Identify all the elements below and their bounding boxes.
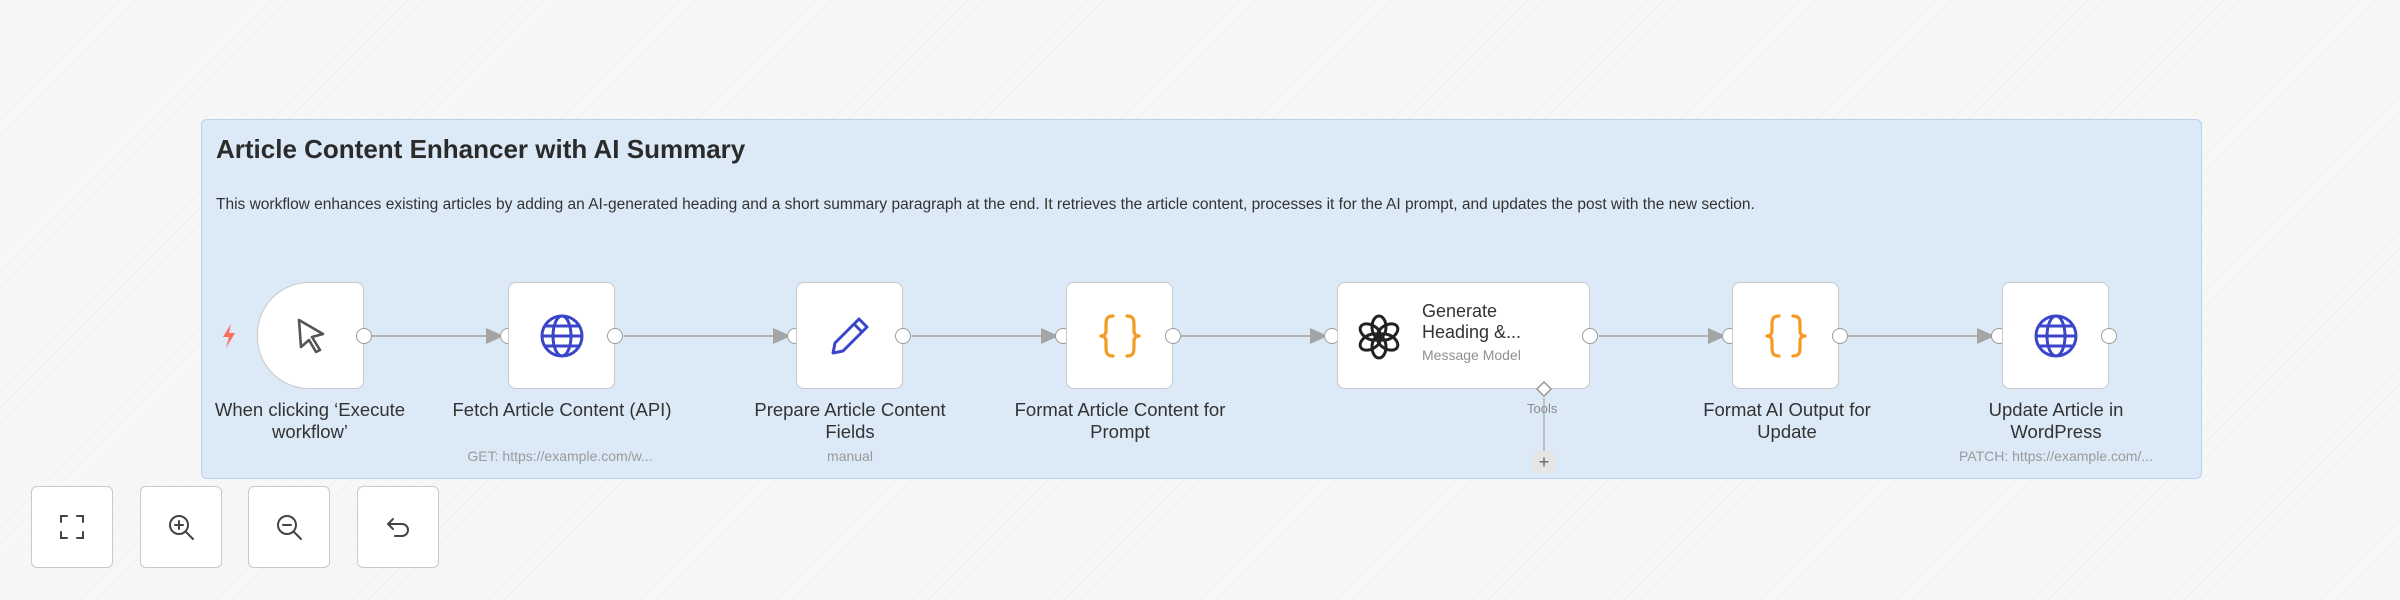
add-tool-button[interactable]: + [1533,451,1555,473]
tools-label: Tools [1527,401,1558,416]
node-sublabel: GET: https://example.com/w... [467,448,653,464]
zoom-out-button[interactable] [248,486,330,568]
pencil-icon [831,317,868,354]
node-label: Prepare Article Content Fields [754,399,946,442]
zoom-in-icon [169,515,194,540]
node-title: Generate Heading &... [1422,301,1522,342]
reset-zoom-button[interactable] [357,486,439,568]
output-handle[interactable] [356,328,372,344]
node-fetch-article[interactable] [508,282,615,389]
fit-view-button[interactable] [31,486,113,568]
globe-icon [540,314,583,357]
node-format-prompt[interactable] [1066,282,1173,389]
zoom-out-icon [277,515,302,540]
zoom-in-button[interactable] [140,486,222,568]
node-update-wordpress[interactable] [2002,282,2109,389]
output-handle[interactable] [607,328,623,344]
node-label: Fetch Article Content (API) [452,399,672,420]
node-label: When clicking ‘Execute workflow’ [214,399,406,442]
tools-handle[interactable] [1535,380,1553,398]
output-handle[interactable] [1832,328,1848,344]
node-subtitle: Message Model [1422,347,1521,363]
node-label: Format AI Output for Update [1703,399,1871,442]
bolt-icon [223,324,235,348]
expand-icon [60,515,84,539]
code-braces-icon [1764,313,1807,358]
node-sublabel: PATCH: https://example.com/... [1959,448,2153,464]
node-label: Format Article Content for Prompt [1014,399,1226,442]
code-braces-icon [1098,313,1141,358]
output-handle[interactable] [1582,328,1598,344]
undo-icon [387,518,409,537]
output-handle[interactable] [2101,328,2117,344]
output-handle[interactable] [895,328,911,344]
node-manual-trigger[interactable] [257,282,364,389]
node-text: Generate Heading &... Message Model [1422,301,1532,363]
node-label: Update Article in WordPress [1988,399,2124,442]
node-sublabel: manual [827,448,873,464]
cursor-icon [297,318,324,353]
globe-icon [2034,314,2077,357]
node-format-output[interactable] [1732,282,1839,389]
openai-icon [1358,314,1400,360]
node-prepare-fields[interactable] [796,282,903,389]
output-handle[interactable] [1165,328,1181,344]
node-generate-heading[interactable]: Generate Heading &... Message Model [1337,282,1590,389]
